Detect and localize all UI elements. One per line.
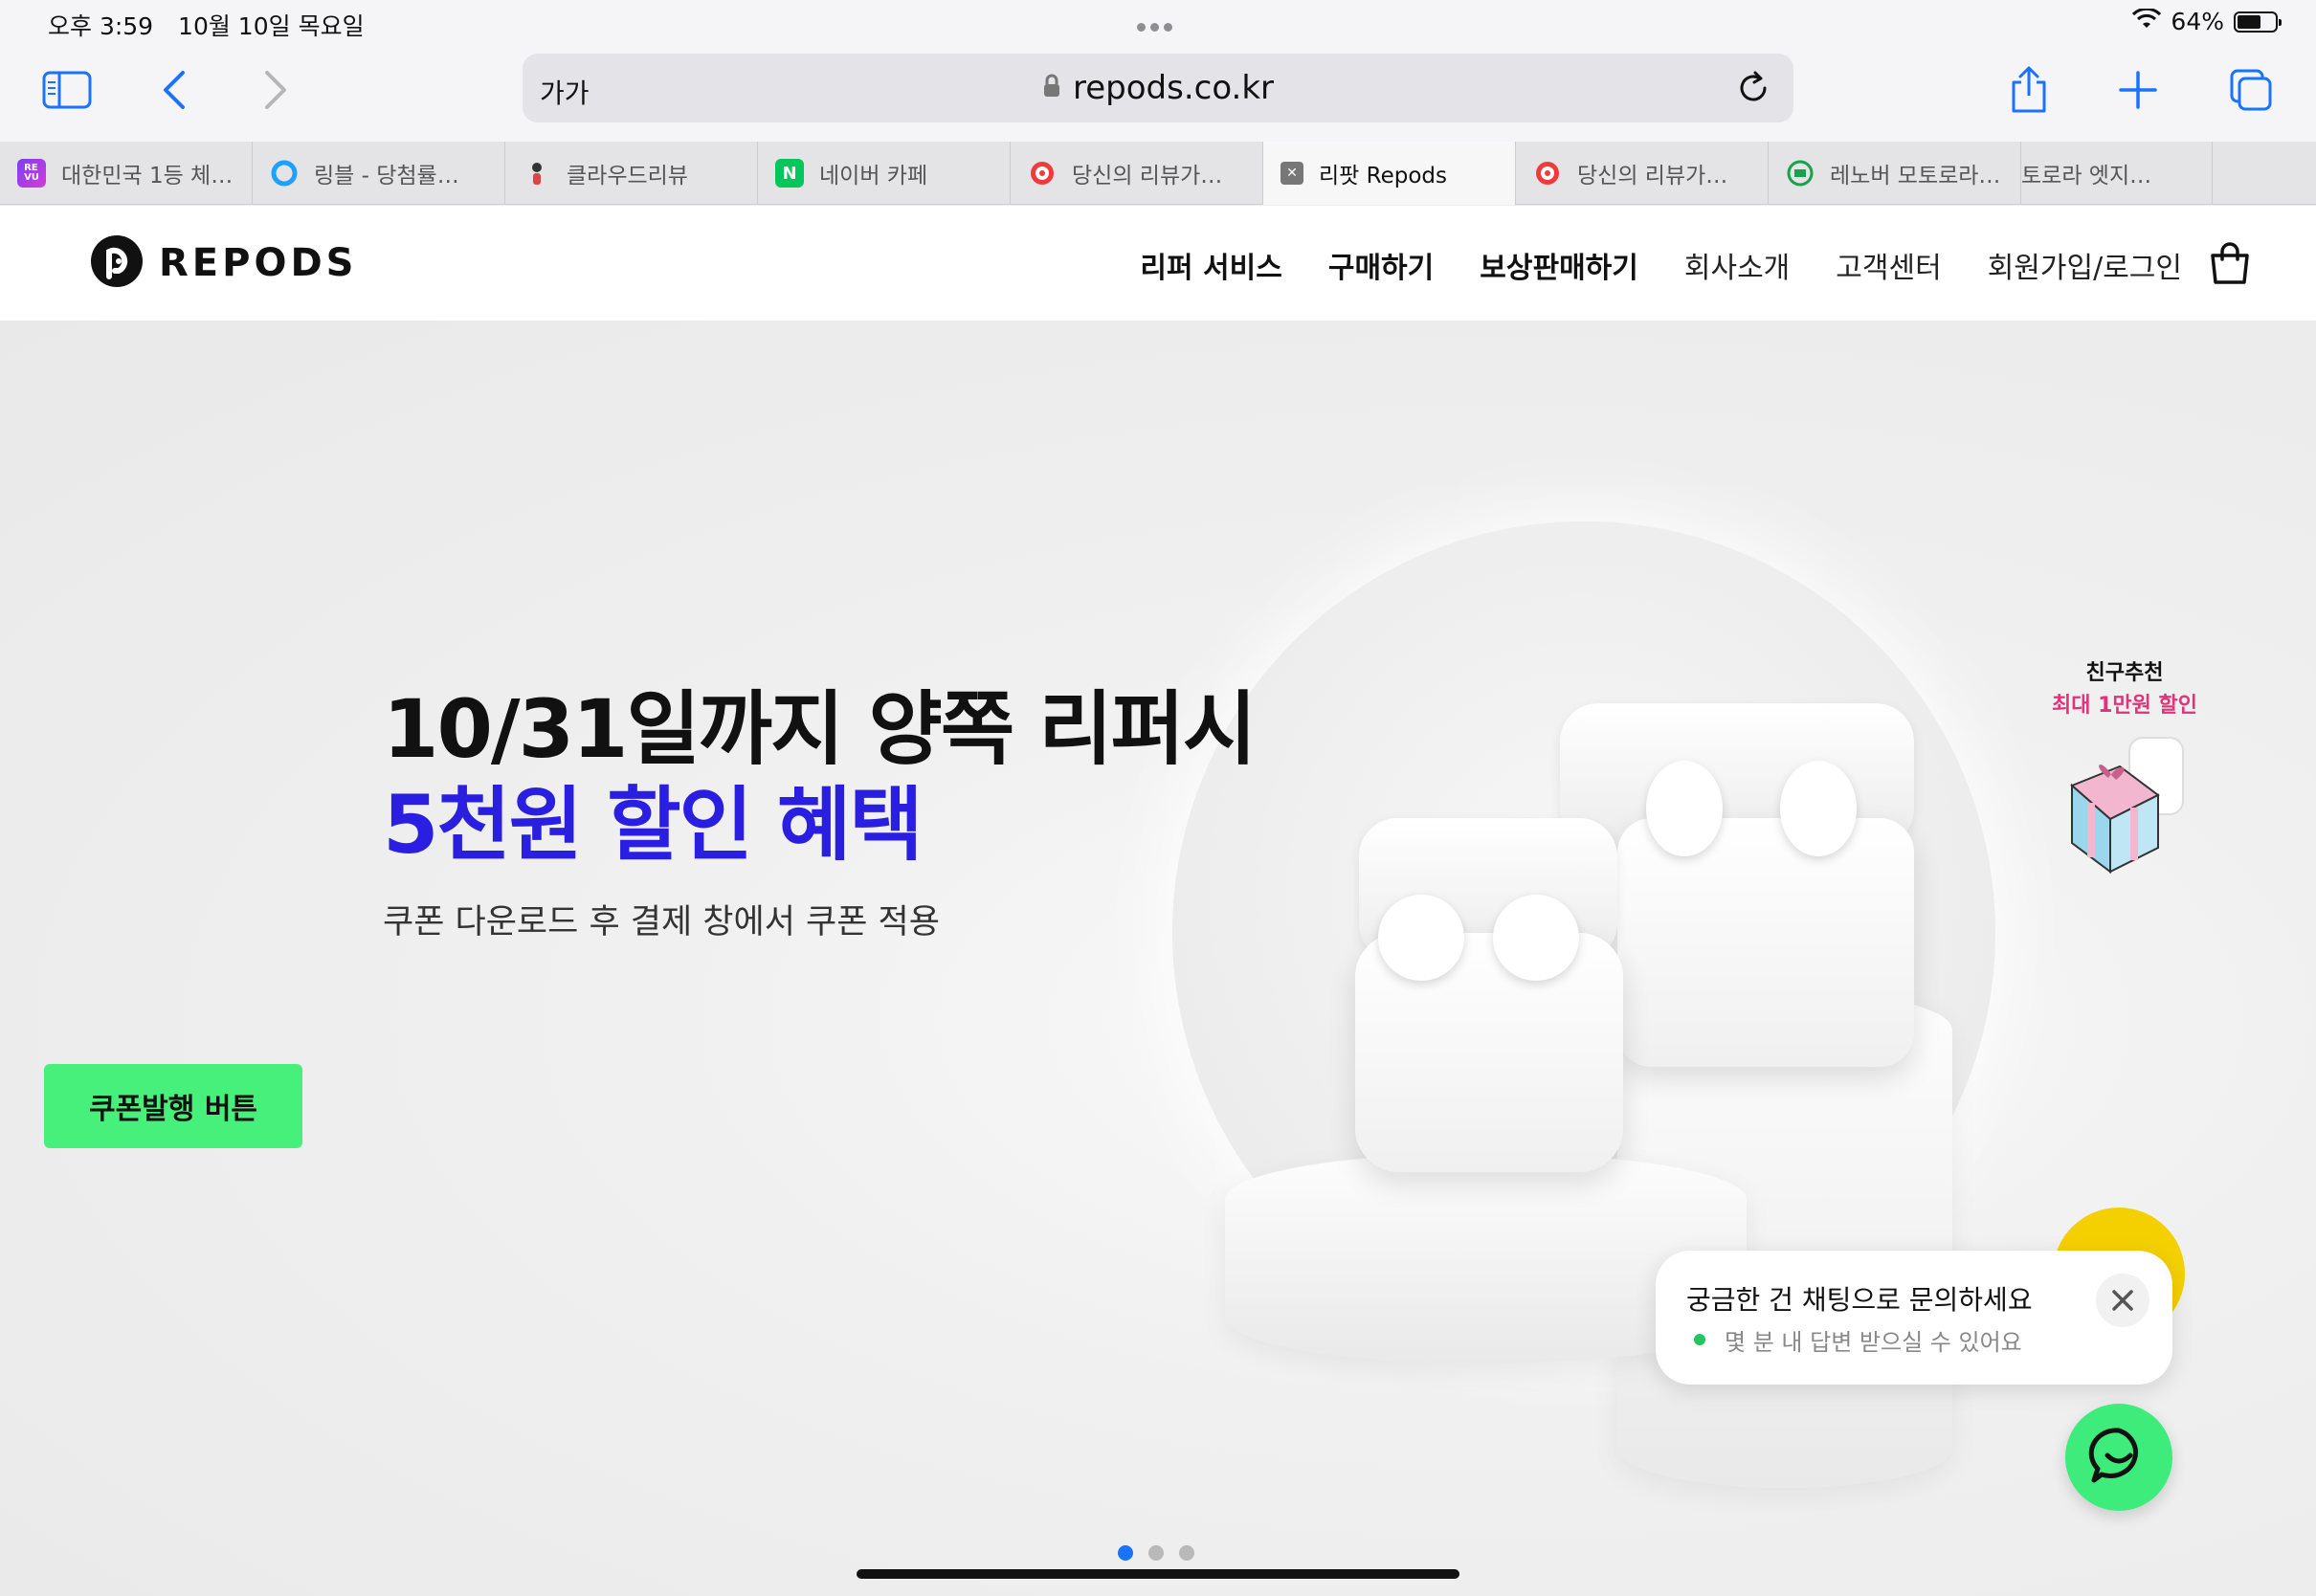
- chat-tooltip-subtitle: 몇 분 내 답변 받으실 수 있어요: [1725, 1329, 2022, 1356]
- address-bar[interactable]: 가가 repods.co.kr: [523, 54, 1793, 122]
- site-header: REPODS 리퍼 서비스 구매하기 보상판매하기 회사소개 고객센터 회원가입…: [0, 206, 2316, 321]
- repods-logo[interactable]: REPODS: [90, 234, 357, 292]
- tab-title: 클라우드리뷰: [567, 164, 688, 188]
- tabs-overview-icon[interactable]: [2222, 61, 2280, 119]
- referral-title: 친구추천: [2085, 661, 2164, 685]
- chat-launcher-button[interactable]: [2065, 1404, 2172, 1511]
- referral-widget[interactable]: 친구추천 최대 1만원 할인: [2038, 655, 2211, 881]
- browser-tab[interactable]: 토로라 엣지…: [2021, 142, 2213, 205]
- airpod-pro-right: [1780, 761, 1857, 856]
- ring-favicon-icon: [270, 159, 299, 188]
- chat-bubble-icon: [2088, 1425, 2149, 1490]
- nav-refurb-service[interactable]: 리퍼 서비스: [1140, 244, 1281, 286]
- revu-favicon-icon: RE VU: [17, 159, 46, 188]
- lock-icon: [1042, 74, 1061, 102]
- logo-text: REPODS: [159, 241, 358, 285]
- lenovo-favicon-icon: [1786, 159, 1815, 188]
- tab-title: 네이버 카페: [819, 164, 928, 188]
- status-date: 10월 10일 목요일: [178, 12, 365, 40]
- browser-tab[interactable]: 링블 - 당첨률…: [253, 142, 505, 205]
- chat-tooltip-title: 궁금한 건 채팅으로 문의하세요: [1686, 1284, 2033, 1316]
- browser-tab[interactable]: RE VU 대한민국 1등 체…: [0, 142, 253, 205]
- back-icon[interactable]: [145, 61, 203, 119]
- cloudreview-favicon-icon: [523, 159, 551, 188]
- repods-logo-icon: [90, 234, 144, 292]
- browser-tab[interactable]: N 네이버 카페: [758, 142, 1011, 205]
- multitasking-dots[interactable]: [1137, 17, 1179, 32]
- battery-percent: 64%: [2171, 8, 2224, 35]
- hero-subcopy: 쿠폰 다운로드 후 결제 창에서 쿠폰 적용: [383, 903, 940, 942]
- close-tab-icon[interactable]: ✕: [1280, 162, 1303, 185]
- slide-indicator: [1118, 1545, 1194, 1561]
- hero-headline-line2: 5천원 할인 혜택: [383, 778, 924, 872]
- airpod-right: [1493, 895, 1579, 981]
- browser-tab[interactable]: 클라우드리뷰: [505, 142, 758, 205]
- nav-buy[interactable]: 구매하기: [1328, 244, 1434, 286]
- reload-icon[interactable]: [1734, 69, 1772, 107]
- sidebar-icon[interactable]: [38, 61, 96, 119]
- new-tab-icon[interactable]: [2109, 61, 2167, 119]
- naver-favicon-icon: N: [775, 159, 804, 188]
- tab-title: 당신의 리뷰가…: [1072, 164, 1223, 188]
- tab-title: 리팟 Repods: [1319, 164, 1447, 188]
- browser-tab[interactable]: 레노버 모토로라…: [1769, 142, 2021, 205]
- slide-dot-1[interactable]: [1118, 1545, 1133, 1561]
- slide-dot-3[interactable]: [1179, 1545, 1194, 1561]
- browser-tab[interactable]: 당신의 리뷰가…: [1516, 142, 1769, 205]
- tab-title: 당신의 리뷰가…: [1577, 164, 1728, 188]
- airpods-pro-case: [1617, 818, 1914, 1067]
- status-time: 오후 3:59: [48, 12, 154, 40]
- browser-tab[interactable]: 당신의 리뷰가…: [1011, 142, 1263, 205]
- review-favicon-icon: [1028, 159, 1057, 188]
- airpod-pro-left: [1646, 761, 1723, 856]
- wifi-icon: [2132, 7, 2162, 35]
- battery-icon: [2234, 11, 2282, 33]
- gift-box-icon: [2053, 728, 2196, 881]
- tab-bar: RE VU 대한민국 1등 체… 링블 - 당첨률… 클라우드리뷰 N 네이버 카…: [0, 142, 2316, 205]
- forward-icon[interactable]: [247, 61, 304, 119]
- main-nav: 리퍼 서비스 구매하기 보상판매하기 회사소개 고객센터 회원가입/로그인: [1140, 244, 2182, 286]
- tab-title: 레노버 모토로라…: [1830, 164, 2001, 188]
- nav-login[interactable]: 회원가입/로그인: [1988, 244, 2182, 286]
- home-indicator[interactable]: [857, 1569, 1459, 1579]
- online-status-dot: [1694, 1334, 1705, 1345]
- shopping-bag-icon[interactable]: [2209, 240, 2251, 286]
- referral-discount: 최대 1만원 할인: [2051, 694, 2198, 718]
- nav-trade-in[interactable]: 보상판매하기: [1480, 244, 1638, 286]
- close-icon[interactable]: [2096, 1274, 2149, 1327]
- url-text[interactable]: repods.co.kr: [1073, 69, 1274, 107]
- browser-toolbar: 가가 repods.co.kr: [0, 46, 2316, 142]
- share-icon[interactable]: [2000, 61, 2058, 119]
- slide-dot-2[interactable]: [1148, 1545, 1164, 1561]
- tab-title: 토로라 엣지…: [2021, 164, 2152, 188]
- hero-banner[interactable]: 10/31일까지 양쪽 리퍼시 5천원 할인 혜택 쿠폰 다운로드 후 결제 창…: [0, 321, 2316, 1596]
- nav-about[interactable]: 회사소개: [1684, 244, 1790, 286]
- review-favicon-icon: [1533, 159, 1562, 188]
- browser-tab-active[interactable]: ✕ 리팟 Repods: [1263, 142, 1516, 205]
- status-time-date: 오후 3:59 10월 10일 목요일: [48, 8, 382, 42]
- coupon-issue-button[interactable]: 쿠폰발행 버튼: [44, 1064, 302, 1148]
- nav-support[interactable]: 고객센터: [1836, 244, 1941, 286]
- status-indicators: 64%: [2132, 7, 2282, 35]
- status-bar: 오후 3:59 10월 10일 목요일 64%: [0, 0, 2316, 46]
- chat-tooltip[interactable]: 궁금한 건 채팅으로 문의하세요 몇 분 내 답변 받으실 수 있어요: [1656, 1251, 2172, 1385]
- airpod-left: [1378, 895, 1464, 981]
- tab-title: 대한민국 1등 체…: [61, 164, 234, 188]
- tab-title: 링블 - 당첨률…: [314, 164, 459, 188]
